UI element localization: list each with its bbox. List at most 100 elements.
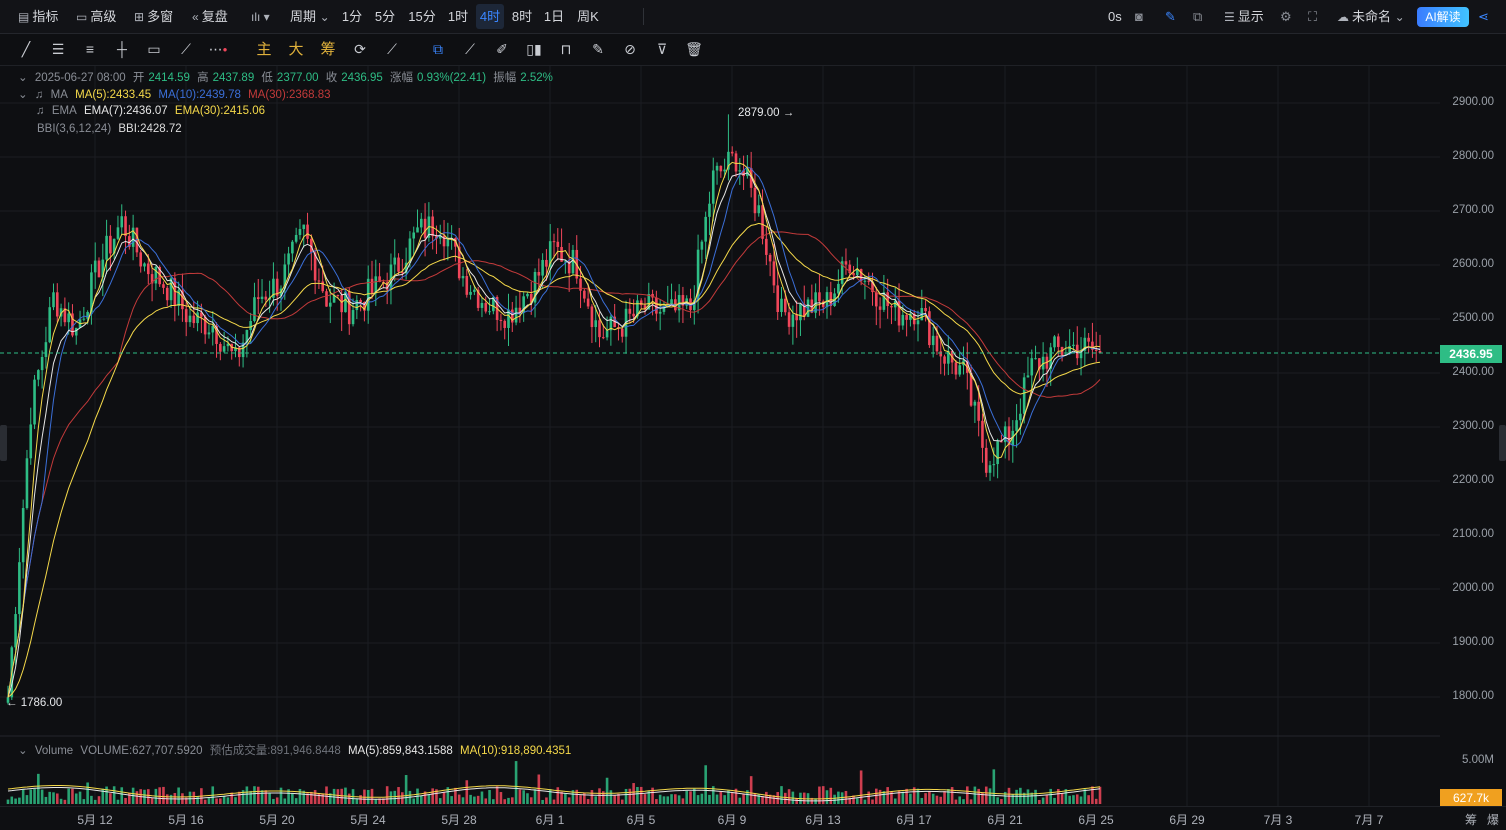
rectangle-tool-icon[interactable]: ▭: [144, 34, 164, 65]
crossline-tool-icon[interactable]: ┼: [112, 34, 132, 65]
window-icon[interactable]: ⧉: [1193, 0, 1202, 33]
right-panel-handle[interactable]: [1499, 425, 1506, 461]
volume-bar: [719, 791, 723, 804]
collapse-icon[interactable]: ⌄: [18, 72, 28, 84]
trash-icon[interactable]: 🗑: [684, 34, 704, 65]
candle-body: [711, 170, 715, 204]
eraser-icon[interactable]: ✐: [492, 34, 512, 65]
candle-body: [1056, 336, 1060, 347]
candle-body: [143, 263, 146, 267]
volume-bar: [620, 799, 624, 804]
period-5m[interactable]: 5分: [370, 4, 400, 29]
collapse-icon[interactable]: ⌄: [18, 89, 28, 101]
volume-bar: [294, 798, 298, 804]
link-icon[interactable]: ⊘: [620, 34, 640, 65]
replay-label: 复盘: [201, 9, 228, 24]
more-tools-icon[interactable]: ⋯●: [208, 34, 228, 65]
candles-icon[interactable]: ▯▮: [524, 34, 544, 65]
volume-bar: [628, 788, 632, 804]
high-label: 高: [197, 72, 209, 84]
period-4h[interactable]: 4时: [476, 4, 504, 29]
chips-shortcut[interactable]: 筹: [1465, 811, 1477, 828]
candle-body: [294, 234, 298, 242]
multiwindow-button[interactable]: ⊞ 多窗: [134, 0, 173, 33]
volume-bar: [10, 796, 14, 804]
period-1h[interactable]: 1时: [444, 4, 472, 29]
close-value: 2436.95: [341, 72, 383, 84]
settings-icon[interactable]: ⚙: [1280, 0, 1292, 33]
candle-body: [264, 296, 268, 300]
volume-bar: [1015, 789, 1018, 804]
left-panel-handle[interactable]: [0, 425, 7, 461]
candle-body: [366, 278, 370, 311]
period-menu[interactable]: 周期 ⌄: [290, 0, 333, 33]
candle-body: [25, 458, 29, 509]
period-15m[interactable]: 15分: [405, 4, 439, 29]
chart-type-button[interactable]: ılı ▾: [251, 0, 273, 33]
pen-icon[interactable]: ✎: [1165, 0, 1176, 33]
candle-body: [730, 151, 734, 154]
candle-body: [708, 203, 711, 217]
chips-toggle[interactable]: 筹: [318, 34, 338, 65]
period-1d[interactable]: 1日: [540, 4, 568, 29]
fullscreen-icon[interactable]: ⛶: [1308, 0, 1317, 33]
notes-icon[interactable]: ✎: [588, 34, 608, 65]
volume-bar: [594, 796, 598, 804]
drawing-toolbar: ╱ ☰ ≡ ┼ ▭ ⟋ ⋯● 主 大 筹 ⟳ ⟋ ⧉ ⟋ ✐ ▯▮ ⊓ ✎ ⊘ …: [0, 34, 1506, 66]
ruler-icon[interactable]: ⟋: [460, 34, 480, 65]
candle-body: [154, 266, 158, 284]
parallel-lines-tool-icon[interactable]: ☰: [48, 34, 68, 65]
filter-icon[interactable]: ⊽: [652, 34, 672, 65]
notification-dot: ●: [222, 45, 228, 54]
magnet-icon[interactable]: ⧉: [428, 34, 448, 65]
low-value: 2377.00: [276, 72, 319, 84]
replay-button[interactable]: «复盘: [192, 0, 228, 33]
volume-bar: [272, 798, 275, 804]
camera-icon[interactable]: ◙: [1135, 0, 1143, 33]
alarm-icon[interactable]: ♫: [36, 105, 45, 117]
main-chart-toggle[interactable]: 主: [254, 34, 274, 65]
list-icon: ☰: [1224, 10, 1235, 24]
lock-icon[interactable]: ⊓: [556, 34, 576, 65]
date-tick: 5月 28: [441, 813, 477, 827]
candle-body: [109, 235, 112, 254]
volume-bar: [871, 799, 874, 804]
share-icon[interactable]: ⋖: [1478, 0, 1489, 33]
candle-body: [780, 298, 783, 313]
layout-menu[interactable]: ☁ 未命名 ⌄: [1337, 0, 1408, 33]
volume-bar: [63, 799, 67, 804]
volume-bar: [700, 793, 704, 804]
candle-body: [184, 309, 188, 323]
alarm-icon[interactable]: ♫: [35, 89, 44, 101]
candle-body: [632, 313, 635, 317]
price-chart[interactable]: [0, 66, 1440, 806]
horizontal-lines-tool-icon[interactable]: ≡: [80, 34, 100, 65]
display-button[interactable]: ☰ 显示: [1224, 0, 1264, 33]
volume-bar: [567, 797, 571, 804]
sync-icon[interactable]: ⟳: [350, 34, 370, 65]
liquidation-shortcut[interactable]: 爆: [1487, 811, 1499, 828]
hide-drawings-icon[interactable]: ⟋: [382, 34, 402, 65]
trendline-tool-icon[interactable]: ╱: [16, 34, 36, 65]
collapse-icon[interactable]: ⌄: [18, 745, 28, 757]
ai-interpret-button[interactable]: AI解读: [1417, 7, 1469, 27]
volume-bar: [909, 793, 912, 804]
advanced-button[interactable]: ▭ 高级: [76, 0, 116, 33]
volume-bar: [249, 790, 252, 804]
indicators-button[interactable]: ▤ 指标: [18, 0, 58, 33]
date-axis: 5月 12 5月 16 5月 20 5月 24 5月 28 6月 1 6月 5 …: [0, 806, 1506, 830]
brush-tool-icon[interactable]: ⟋: [176, 34, 196, 65]
big-order-toggle[interactable]: 大: [286, 34, 306, 65]
volume-bar: [71, 788, 74, 804]
candle-body: [992, 464, 996, 466]
period-8h[interactable]: 8时: [508, 4, 536, 29]
candle-body: [207, 332, 211, 335]
volume-bar: [488, 789, 491, 804]
candle-body: [93, 260, 97, 273]
candle-body: [605, 330, 609, 338]
volume-bar: [14, 798, 17, 804]
period-1m[interactable]: 1分: [338, 4, 366, 29]
period-week[interactable]: 周K: [572, 4, 604, 29]
volume-bar: [112, 786, 116, 804]
bbi-value: BBI:2428.72: [118, 123, 182, 135]
